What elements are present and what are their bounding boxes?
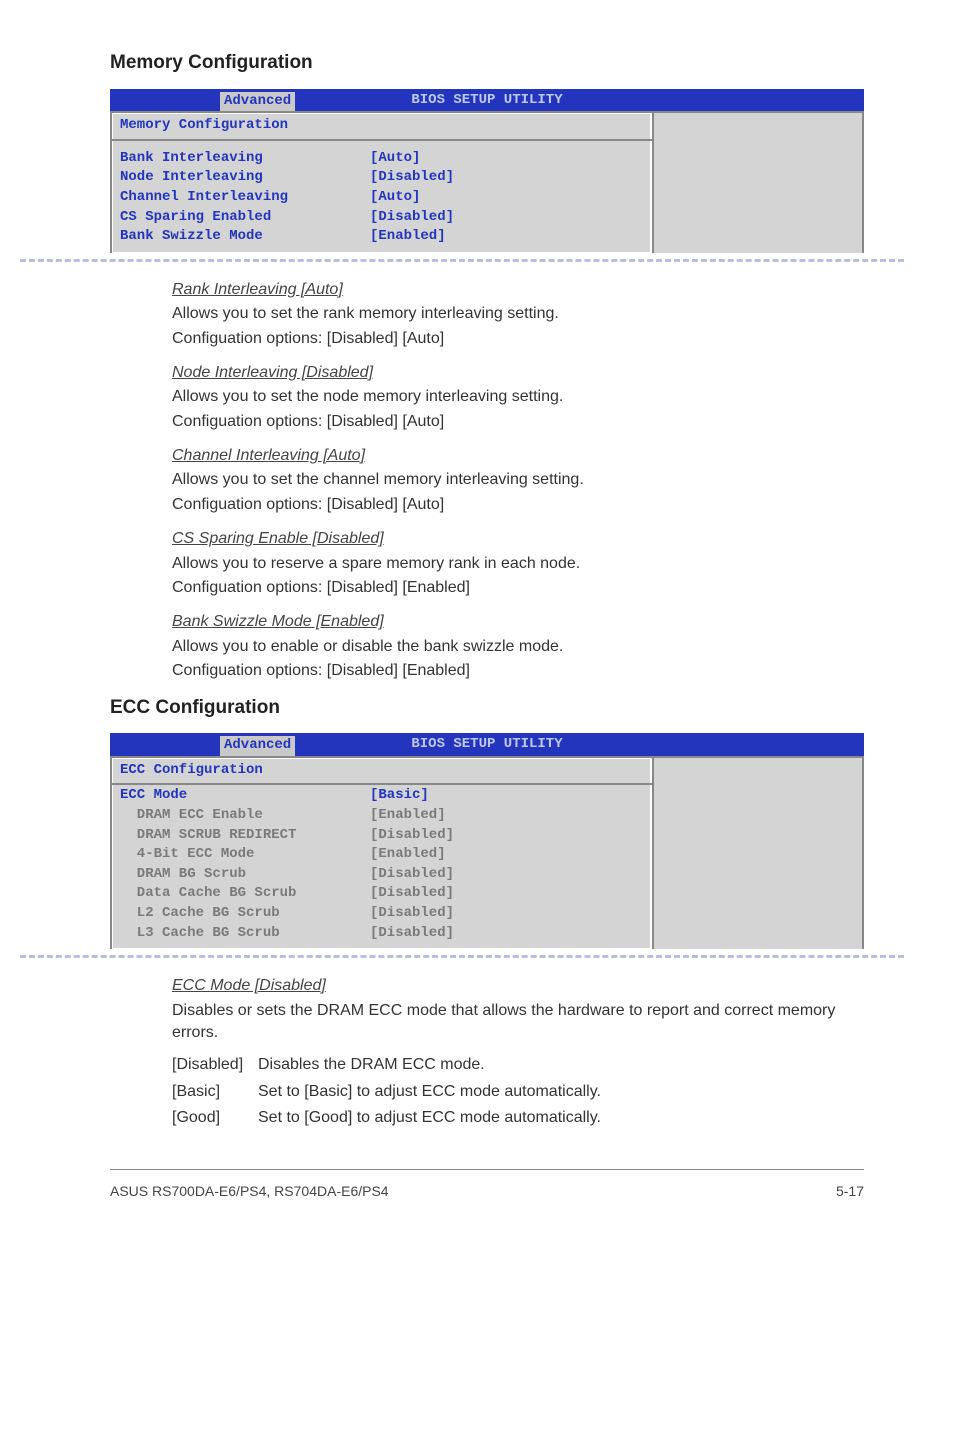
doc-item-line2: Configuation options: [Disabled] [Enable…	[172, 577, 864, 599]
setting-value: [Enabled]	[370, 227, 446, 247]
setting-label: CS Sparing Enabled	[120, 208, 370, 228]
bios-panel-right	[654, 756, 864, 949]
setting-value: [Disabled]	[370, 904, 454, 924]
doc-item-line2: Configuation options: [Disabled] [Enable…	[172, 660, 864, 682]
setting-label: ECC Mode	[120, 786, 370, 806]
bios-rows: ECC Mode [Basic] DRAM ECC Enable [Enable…	[112, 785, 652, 949]
doc-item-title: ECC Mode [Disabled]	[172, 975, 864, 997]
doc-item-title: Bank Swizzle Mode [Enabled]	[172, 611, 864, 633]
setting-dram-ecc-enable[interactable]: DRAM ECC Enable [Enabled]	[120, 806, 644, 826]
option-key: [Basic]	[172, 1081, 258, 1103]
setting-ecc-mode[interactable]: ECC Mode [Basic]	[120, 786, 644, 806]
doc-item-line1: Allows you to enable or disable the bank…	[172, 636, 864, 658]
doc-item-node-interleaving: Node Interleaving [Disabled] Allows you …	[172, 362, 864, 433]
memory-bios-panel: BIOS SETUP UTILITY Advanced Memory Confi…	[110, 89, 864, 253]
setting-value: [Enabled]	[370, 845, 446, 865]
setting-l2-cache-bg-scrub[interactable]: L2 Cache BG Scrub [Disabled]	[120, 904, 644, 924]
bios-titlebar: BIOS SETUP UTILITY Advanced	[110, 89, 864, 112]
bios-rows: Bank Interleaving [Auto] Node Interleavi…	[112, 141, 652, 253]
option-desc: Set to [Basic] to adjust ECC mode automa…	[258, 1081, 864, 1103]
setting-label: DRAM ECC Enable	[120, 806, 370, 826]
setting-value: [Disabled]	[370, 826, 454, 846]
bios-panel-right	[654, 111, 864, 253]
setting-value: [Enabled]	[370, 806, 446, 826]
doc-item-title: Rank Interleaving [Auto]	[172, 279, 864, 301]
setting-value: [Auto]	[370, 149, 420, 169]
doc-item-line2: Configuation options: [Disabled] [Auto]	[172, 494, 864, 516]
setting-label: Bank Interleaving	[120, 149, 370, 169]
bios-tab-advanced[interactable]: Advanced	[220, 736, 295, 756]
setting-label: L2 Cache BG Scrub	[120, 904, 370, 924]
doc-item-bank-swizzle-mode: Bank Swizzle Mode [Enabled] Allows you t…	[172, 611, 864, 682]
footer-page-number: 5-17	[836, 1182, 864, 1202]
page-footer: ASUS RS700DA-E6/PS4, RS704DA-E6/PS4 5-17	[110, 1169, 864, 1202]
doc-item-text: Disables or sets the DRAM ECC mode that …	[172, 1000, 864, 1045]
doc-item-title: CS Sparing Enable [Disabled]	[172, 528, 864, 550]
bios-panel-left: Memory Configuration Bank Interleaving […	[110, 111, 654, 253]
setting-l3-cache-bg-scrub[interactable]: L3 Cache BG Scrub [Disabled]	[120, 924, 644, 944]
option-key: [Good]	[172, 1107, 258, 1129]
option-desc: Disables the DRAM ECC mode.	[258, 1054, 864, 1076]
option-basic: [Basic] Set to [Basic] to adjust ECC mod…	[172, 1081, 864, 1103]
option-key: [Disabled]	[172, 1054, 258, 1076]
doc-item-title: Channel Interleaving [Auto]	[172, 445, 864, 467]
setting-label: DRAM BG Scrub	[120, 865, 370, 885]
doc-item-line1: Allows you to set the rank memory interl…	[172, 303, 864, 325]
bios-titlebar: BIOS SETUP UTILITY Advanced	[110, 733, 864, 756]
doc-item-line1: Allows you to set the channel memory int…	[172, 469, 864, 491]
doc-item-line1: Allows you to reserve a spare memory ran…	[172, 553, 864, 575]
setting-node-interleaving[interactable]: Node Interleaving [Disabled]	[120, 168, 644, 188]
option-disabled: [Disabled] Disables the DRAM ECC mode.	[172, 1054, 864, 1076]
doc-item-title: Node Interleaving [Disabled]	[172, 362, 864, 384]
setting-bank-interleaving[interactable]: Bank Interleaving [Auto]	[120, 149, 644, 169]
bios-tab-advanced[interactable]: Advanced	[220, 92, 295, 112]
bios-panel-left: ECC Configuration ECC Mode [Basic] DRAM …	[110, 756, 654, 949]
bios-panel-title: ECC Configuration	[112, 758, 652, 786]
ecc-config-heading: ECC Configuration	[110, 695, 864, 722]
setting-data-cache-bg-scrub[interactable]: Data Cache BG Scrub [Disabled]	[120, 884, 644, 904]
setting-value: [Auto]	[370, 188, 420, 208]
setting-label: L3 Cache BG Scrub	[120, 924, 370, 944]
cutoff-divider	[110, 953, 864, 961]
footer-model: ASUS RS700DA-E6/PS4, RS704DA-E6/PS4	[110, 1182, 389, 1202]
setting-dram-scrub-redirect[interactable]: DRAM SCRUB REDIRECT [Disabled]	[120, 826, 644, 846]
bios-panel-body: Memory Configuration Bank Interleaving […	[110, 111, 864, 253]
setting-value: [Disabled]	[370, 168, 454, 188]
setting-value: [Disabled]	[370, 865, 454, 885]
setting-dram-bg-scrub[interactable]: DRAM BG Scrub [Disabled]	[120, 865, 644, 885]
setting-label: Channel Interleaving	[120, 188, 370, 208]
doc-item-line2: Configuation options: [Disabled] [Auto]	[172, 411, 864, 433]
setting-4bit-ecc-mode[interactable]: 4-Bit ECC Mode [Enabled]	[120, 845, 644, 865]
setting-label: Bank Swizzle Mode	[120, 227, 370, 247]
doc-item-cs-sparing-enable: CS Sparing Enable [Disabled] Allows you …	[172, 528, 864, 599]
setting-label: DRAM SCRUB REDIRECT	[120, 826, 370, 846]
setting-value: [Basic]	[370, 786, 429, 806]
ecc-bios-panel: BIOS SETUP UTILITY Advanced ECC Configur…	[110, 733, 864, 949]
setting-value: [Disabled]	[370, 924, 454, 944]
memory-config-heading: Memory Configuration	[110, 50, 864, 77]
bios-panel-title: Memory Configuration	[112, 113, 652, 141]
bios-title: BIOS SETUP UTILITY	[411, 736, 562, 752]
doc-item-line2: Configuation options: [Disabled] [Auto]	[172, 328, 864, 350]
doc-item-rank-interleaving: Rank Interleaving [Auto] Allows you to s…	[172, 279, 864, 350]
bios-panel-body: ECC Configuration ECC Mode [Basic] DRAM …	[110, 756, 864, 949]
bios-title: BIOS SETUP UTILITY	[411, 92, 562, 108]
setting-label: 4-Bit ECC Mode	[120, 845, 370, 865]
option-good: [Good] Set to [Good] to adjust ECC mode …	[172, 1107, 864, 1129]
setting-label: Node Interleaving	[120, 168, 370, 188]
doc-item-line1: Allows you to set the node memory interl…	[172, 386, 864, 408]
doc-item-ecc-mode: ECC Mode [Disabled] Disables or sets the…	[172, 975, 864, 1044]
setting-bank-swizzle-mode[interactable]: Bank Swizzle Mode [Enabled]	[120, 227, 644, 247]
cutoff-divider	[110, 257, 864, 265]
setting-value: [Disabled]	[370, 884, 454, 904]
setting-cs-sparing-enabled[interactable]: CS Sparing Enabled [Disabled]	[120, 208, 644, 228]
setting-label: Data Cache BG Scrub	[120, 884, 370, 904]
doc-item-channel-interleaving: Channel Interleaving [Auto] Allows you t…	[172, 445, 864, 516]
setting-value: [Disabled]	[370, 208, 454, 228]
option-desc: Set to [Good] to adjust ECC mode automat…	[258, 1107, 864, 1129]
setting-channel-interleaving[interactable]: Channel Interleaving [Auto]	[120, 188, 644, 208]
